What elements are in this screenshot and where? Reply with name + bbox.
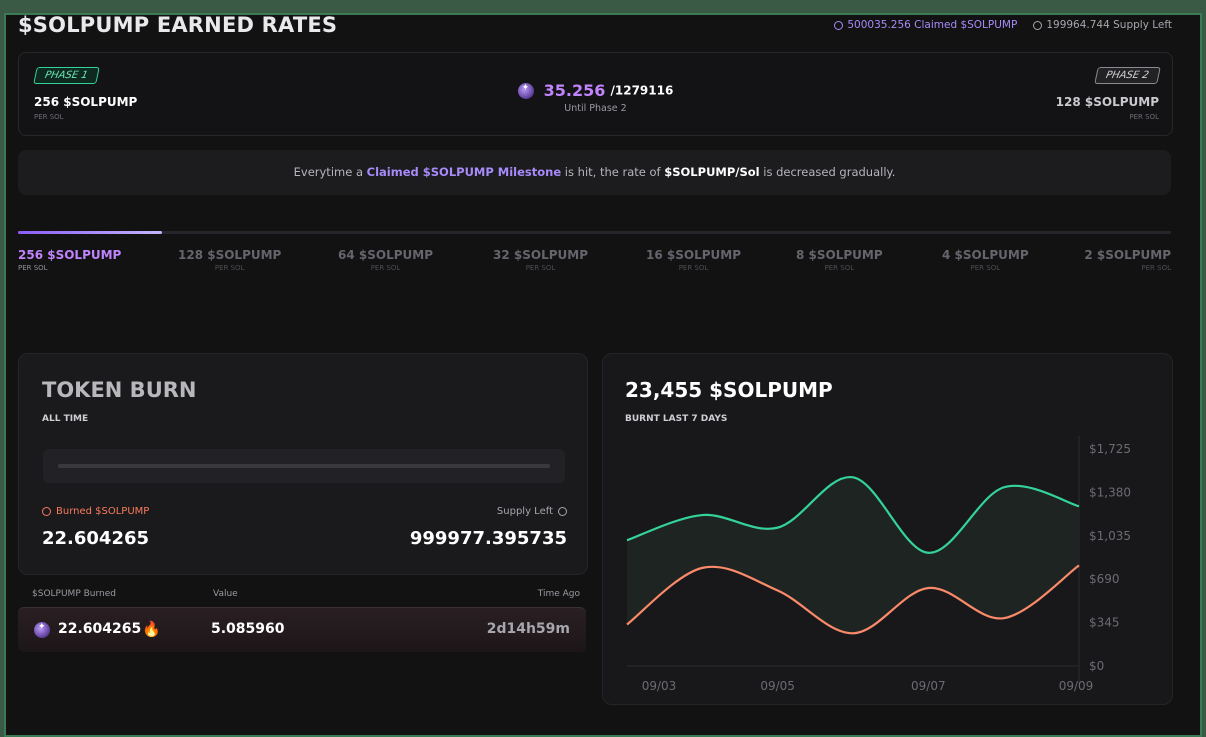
burned-ring-icon bbox=[42, 507, 51, 516]
x-tick-label: 09/05 bbox=[760, 679, 795, 693]
series-area bbox=[627, 477, 1079, 634]
rate-progress-track bbox=[18, 231, 1171, 234]
supply-left-stat: 199964.744 Supply Left bbox=[1033, 19, 1172, 31]
rate-step: 8 $SOLPUMP PER SOL bbox=[796, 248, 883, 272]
supply-label-text: Supply Left bbox=[496, 506, 553, 517]
row-burned: 22.604265 bbox=[58, 621, 142, 637]
phase-card: PHASE 1 256 $SOLPUMP PER SOL 35.256 /127… bbox=[18, 52, 1173, 136]
burned-label: Burned $SOLPUMP bbox=[42, 506, 149, 517]
rate-step-amount: 128 $SOLPUMP bbox=[178, 248, 282, 262]
supply-label-ring-icon bbox=[558, 507, 567, 516]
rate-step-amount: 2 $SOLPUMP bbox=[1084, 248, 1171, 262]
rate-step: 16 $SOLPUMP PER SOL bbox=[646, 248, 741, 272]
x-tick-label: 09/07 bbox=[911, 679, 946, 693]
y-tick-label: $1,380 bbox=[1089, 485, 1131, 499]
rate-step-unit: PER SOL bbox=[1141, 264, 1171, 272]
burned-value: 22.604265 bbox=[42, 528, 150, 549]
info-text-1: Everytime a bbox=[293, 165, 367, 179]
supply-value: 999977.395735 bbox=[409, 528, 567, 549]
x-tick-label: 09/03 bbox=[642, 679, 677, 693]
rate-step-amount: 32 $SOLPUMP bbox=[493, 248, 588, 262]
table-row[interactable]: 22.604265 🔥 5.085960 2d14h59m bbox=[18, 607, 586, 652]
col-time: Time Ago bbox=[537, 589, 580, 599]
phase-progress-caption: Until Phase 2 bbox=[564, 103, 627, 114]
supply-left-text: 199964.744 Supply Left bbox=[1046, 19, 1172, 31]
solpump-coin-icon bbox=[34, 622, 50, 638]
y-tick-label: $1,035 bbox=[1089, 529, 1131, 543]
phase-progress-total: /1279116 bbox=[610, 83, 674, 98]
info-banner: Everytime a Claimed $SOLPUMP Milestone i… bbox=[18, 150, 1171, 195]
app-frame: $SOLPUMP EARNED RATES 500035.256 Claimed… bbox=[4, 13, 1202, 737]
burn-chart-card: 23,455 $SOLPUMP BURNT LAST 7 DAYS $0 $345… bbox=[602, 353, 1173, 705]
burn-chart: $0 $345 $690 $1,035 $1,380 $1,725 09/03 09/05 09… bbox=[626, 436, 1131, 693]
info-milestone-link[interactable]: Claimed $SOLPUMP Milestone bbox=[367, 165, 562, 179]
rate-step-unit: PER SOL bbox=[370, 264, 401, 272]
burned-label-text: Burned $SOLPUMP bbox=[56, 506, 150, 517]
rate-step-unit: PER SOL bbox=[678, 264, 709, 272]
col-burned: $SOLPUMP Burned bbox=[32, 589, 116, 599]
token-burn-card: TOKEN BURN ALL TIME Burned $SOLPUMP Supp… bbox=[18, 353, 588, 575]
rate-step-unit: PER SOL bbox=[18, 264, 48, 272]
row-time: 2d14h59m bbox=[486, 621, 570, 637]
phase-1-unit: PER SOL bbox=[34, 113, 64, 121]
info-rate-text: $SOLPUMP/Sol bbox=[664, 165, 760, 179]
rate-step: 32 $SOLPUMP PER SOL bbox=[493, 248, 588, 272]
col-value: Value bbox=[213, 589, 238, 599]
rate-step: 256 $SOLPUMP PER SOL bbox=[18, 248, 121, 272]
fire-icon: 🔥 bbox=[142, 620, 161, 638]
y-tick-label: $0 bbox=[1089, 659, 1104, 673]
rate-step-amount: 256 $SOLPUMP bbox=[18, 248, 122, 262]
burn-progress bbox=[43, 449, 565, 483]
row-value: 5.085960 bbox=[211, 621, 285, 637]
phase-2-rate: 128 $SOLPUMP PER SOL bbox=[1056, 95, 1159, 121]
rate-step-unit: PER SOL bbox=[525, 264, 556, 272]
rate-step: 2 $SOLPUMP PER SOL bbox=[1084, 248, 1171, 272]
phase-progress: 35.256 /1279116 Until Phase 2 bbox=[19, 80, 1172, 114]
token-burn-subtitle: ALL TIME bbox=[42, 414, 89, 424]
info-text-3: is decreased gradually. bbox=[759, 165, 896, 179]
top-stats: 500035.256 Claimed $SOLPUMP 199964.744 S… bbox=[834, 19, 1172, 31]
rate-step: 64 $SOLPUMP PER SOL bbox=[338, 248, 433, 272]
rate-step-unit: PER SOL bbox=[970, 264, 1001, 272]
y-tick-label: $690 bbox=[1089, 572, 1120, 586]
rate-step-amount: 64 $SOLPUMP bbox=[338, 248, 433, 262]
y-tick-label: $1,725 bbox=[1089, 442, 1131, 456]
rate-progress-fill bbox=[18, 231, 163, 234]
supply-ring-icon bbox=[1033, 20, 1043, 30]
claimed-text: 500035.256 Claimed $SOLPUMP bbox=[847, 19, 1018, 31]
info-text-2: is hit, the rate of bbox=[561, 165, 665, 179]
rate-step-unit: PER SOL bbox=[214, 264, 245, 272]
claimed-ring-icon bbox=[834, 20, 844, 30]
rate-step-amount: 8 $SOLPUMP bbox=[796, 248, 883, 262]
rate-step: 128 $SOLPUMP PER SOL bbox=[178, 248, 281, 272]
phase-progress-value: 35.256 bbox=[543, 81, 606, 100]
rate-step: 4 $SOLPUMP PER SOL bbox=[942, 248, 1029, 272]
page-title: $SOLPUMP EARNED RATES bbox=[18, 13, 338, 37]
rate-step-unit: PER SOL bbox=[824, 264, 855, 272]
supply-label: Supply Left bbox=[497, 506, 567, 517]
claimed-stat: 500035.256 Claimed $SOLPUMP bbox=[834, 19, 1017, 31]
phase-2-unit: PER SOL bbox=[1129, 113, 1159, 121]
rate-step-amount: 4 $SOLPUMP bbox=[942, 248, 1029, 262]
phase-2-badge: PHASE 2 bbox=[1094, 67, 1161, 84]
solpump-coin-icon bbox=[517, 82, 534, 99]
burn-progress-bar bbox=[58, 464, 550, 468]
y-tick-label: $345 bbox=[1089, 616, 1120, 630]
token-burn-title: TOKEN BURN bbox=[42, 378, 197, 402]
phase-2-amount: 128 $SOLPUMP bbox=[1055, 95, 1159, 109]
rate-steps: 256 $SOLPUMP PER SOL 128 $SOLPUMP PER SOL 64… bbox=[18, 248, 1171, 288]
x-tick-label: 09/09 bbox=[1059, 679, 1094, 693]
rate-step-amount: 16 $SOLPUMP bbox=[646, 248, 741, 262]
